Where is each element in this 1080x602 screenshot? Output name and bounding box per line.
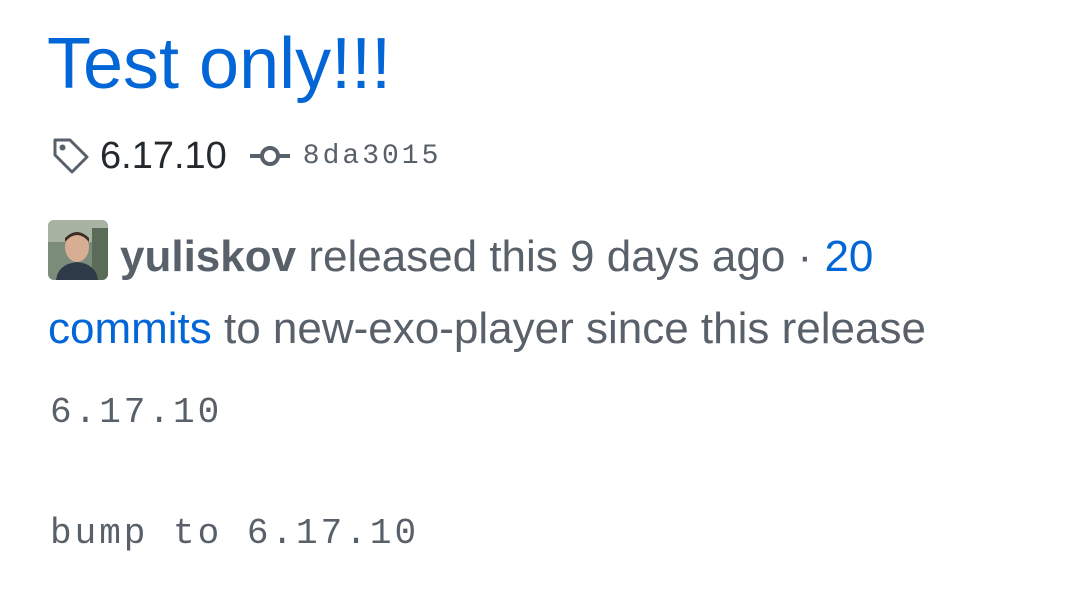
release-info: yuliskov released this 9 days ago · 20 c… bbox=[48, 220, 1038, 365]
release-meta: 6.17.10 8da3015 bbox=[50, 133, 441, 179]
tag-icon bbox=[50, 135, 92, 177]
release-title-link[interactable]: Test only!!! bbox=[47, 22, 391, 106]
separator-dot: · bbox=[797, 232, 813, 281]
author-avatar[interactable] bbox=[48, 220, 108, 280]
author-link[interactable]: yuliskov bbox=[120, 232, 296, 281]
git-commit-icon bbox=[249, 143, 291, 169]
release-body-line: bump to 6.17.10 bbox=[50, 513, 420, 554]
release-page: Test only!!! 6.17.10 8da3015 yuliskov re… bbox=[0, 0, 1080, 602]
released-text: released this 9 days ago bbox=[308, 232, 786, 281]
commit-sha-link[interactable]: 8da3015 bbox=[303, 141, 442, 172]
tag-name-link[interactable]: 6.17.10 bbox=[100, 135, 227, 178]
release-body-line: 6.17.10 bbox=[50, 392, 223, 433]
commits-suffix-text: to new-exo-player since this release bbox=[224, 304, 926, 353]
